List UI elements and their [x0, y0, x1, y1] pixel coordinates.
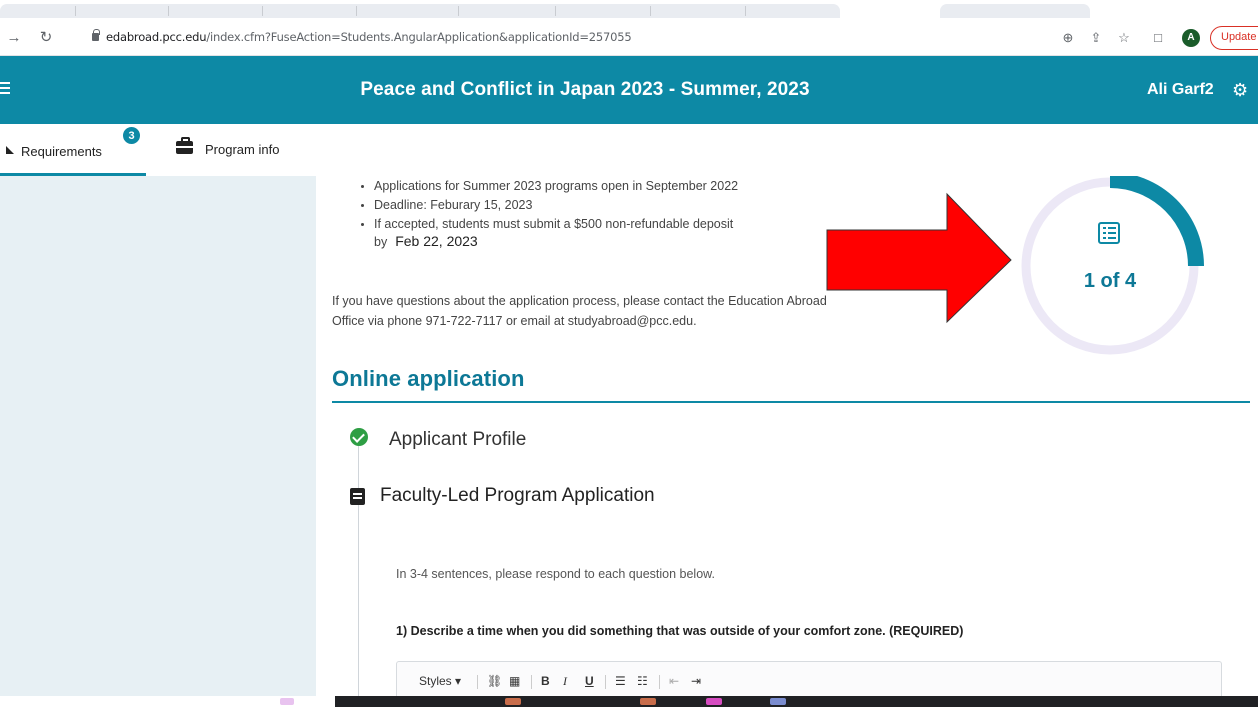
user-menu[interactable]: Ali Garf2 — [1147, 81, 1214, 99]
toolbar-separator — [605, 675, 606, 689]
step-applicant-profile[interactable]: Applicant Profile — [389, 429, 526, 451]
instructions-text: In 3-4 sentences, please respond to each… — [396, 567, 715, 581]
taskbar-app[interactable] — [280, 698, 294, 705]
underline-button[interactable]: U — [585, 674, 594, 688]
list-item: Applications for Summer 2023 programs op… — [356, 178, 856, 195]
update-button[interactable]: Update — [1210, 26, 1258, 50]
tab-divider — [745, 6, 746, 16]
timeline-line — [358, 446, 359, 696]
list-item: Deadline: Feburary 15, 2023 — [356, 197, 856, 214]
page-title: Peace and Conflict in Japan 2023 - Summe… — [360, 79, 810, 100]
side-panel-icon[interactable]: □ — [1150, 30, 1166, 46]
toolbar-separator — [531, 675, 532, 689]
tab-program-info-label: Program info — [205, 142, 280, 157]
tab-divider — [262, 6, 263, 16]
toolbar-separator — [477, 675, 478, 689]
browser-tabs-area[interactable] — [0, 4, 840, 18]
italic-button[interactable]: I — [563, 674, 567, 689]
outdent-icon[interactable]: ⇤ — [669, 674, 679, 688]
requirements-icon — [6, 146, 14, 154]
red-arrow-shape — [826, 192, 1012, 324]
indent-icon[interactable]: ⇥ — [691, 674, 701, 688]
section-title: Online application — [332, 366, 525, 391]
section-divider — [332, 401, 1250, 403]
styles-label: Styles — [419, 674, 452, 688]
url-path: /index.cfm?FuseAction=Students.AngularAp… — [206, 30, 632, 44]
tab-divider — [458, 6, 459, 16]
contact-paragraph: If you have questions about the applicat… — [332, 294, 827, 328]
dates-list: Applications for Summer 2023 programs op… — [356, 178, 856, 253]
lock-icon[interactable] — [92, 29, 100, 41]
tab-divider — [356, 6, 357, 16]
browser-tab-strip — [0, 0, 1258, 20]
bullet-list-icon[interactable]: ☷ — [637, 674, 648, 688]
profile-avatar[interactable]: A — [1182, 29, 1200, 47]
os-taskbar — [0, 696, 1258, 707]
progress-ring: 1 of 4 — [1014, 176, 1206, 356]
app-tabs: Requirements 3 Program info — [0, 124, 1258, 176]
link-icon[interactable]: ⛓ — [487, 674, 502, 688]
star-icon[interactable]: ☆ — [1116, 30, 1132, 46]
left-sidebar — [0, 176, 316, 696]
question-label: 1) Describe a time when you did somethin… — [396, 624, 964, 638]
share-icon[interactable]: ⇪ — [1088, 30, 1104, 46]
document-icon — [350, 488, 365, 505]
tab-divider — [168, 6, 169, 16]
list-icon — [1098, 222, 1120, 244]
tab-requirements[interactable]: Requirements 3 — [0, 124, 146, 176]
taskbar-app[interactable] — [640, 698, 656, 705]
app-header: Peace and Conflict in Japan 2023 - Summe… — [0, 56, 1258, 124]
by-label: by — [374, 235, 388, 249]
zoom-icon[interactable]: ⊕ — [1060, 30, 1076, 46]
step-faculty-led-application[interactable]: Faculty-Led Program Application — [380, 485, 655, 507]
taskbar-app[interactable] — [505, 698, 521, 705]
browser-toolbar: → ↻ edabroad.pcc.edu/index.cfm?FuseActio… — [0, 20, 1258, 56]
gear-icon[interactable]: ⚙ — [1232, 80, 1248, 101]
tab-divider — [650, 6, 651, 16]
styles-dropdown[interactable]: Styles ▾ — [419, 674, 461, 688]
toolbar-separator — [659, 675, 660, 689]
address-bar[interactable]: edabroad.pcc.edu/index.cfm?FuseAction=St… — [64, 26, 844, 50]
table-icon[interactable]: ▦ — [509, 674, 520, 688]
tab-requirements-label: Requirements — [21, 144, 102, 159]
deposit-text: If accepted, students must submit a $500… — [374, 217, 734, 231]
url-text[interactable]: edabroad.pcc.edu/index.cfm?FuseAction=St… — [106, 30, 632, 44]
progress-count: 1 of 4 — [1083, 270, 1137, 292]
tab-divider — [75, 6, 76, 16]
taskbar-app[interactable] — [706, 698, 722, 705]
url-host: edabroad.pcc.edu — [106, 30, 207, 44]
bold-button[interactable]: B — [541, 674, 550, 688]
red-arrow-annotation — [826, 192, 1012, 324]
progress-ring-fill — [1109, 176, 1204, 267]
briefcase-icon — [176, 137, 193, 154]
tab-divider — [555, 6, 556, 16]
progress-ring-graphic — [1021, 176, 1204, 355]
rich-text-editor[interactable]: Styles ▾ ⛓ ▦ B I U ☰ ☷ ⇤ ⇥ — [396, 661, 1222, 696]
list-item: If accepted, students must submit a $500… — [356, 216, 856, 251]
browser-tab[interactable] — [940, 4, 1090, 18]
check-circle-icon — [350, 428, 368, 446]
deposit-date: Feb 22, 2023 — [395, 233, 478, 249]
reload-icon[interactable]: ↻ — [36, 28, 56, 48]
requirements-count-badge: 3 — [122, 126, 141, 145]
arrow-right-icon[interactable]: → — [4, 28, 24, 48]
numbered-list-icon[interactable]: ☰ — [615, 674, 626, 688]
taskbar-app[interactable] — [770, 698, 786, 705]
